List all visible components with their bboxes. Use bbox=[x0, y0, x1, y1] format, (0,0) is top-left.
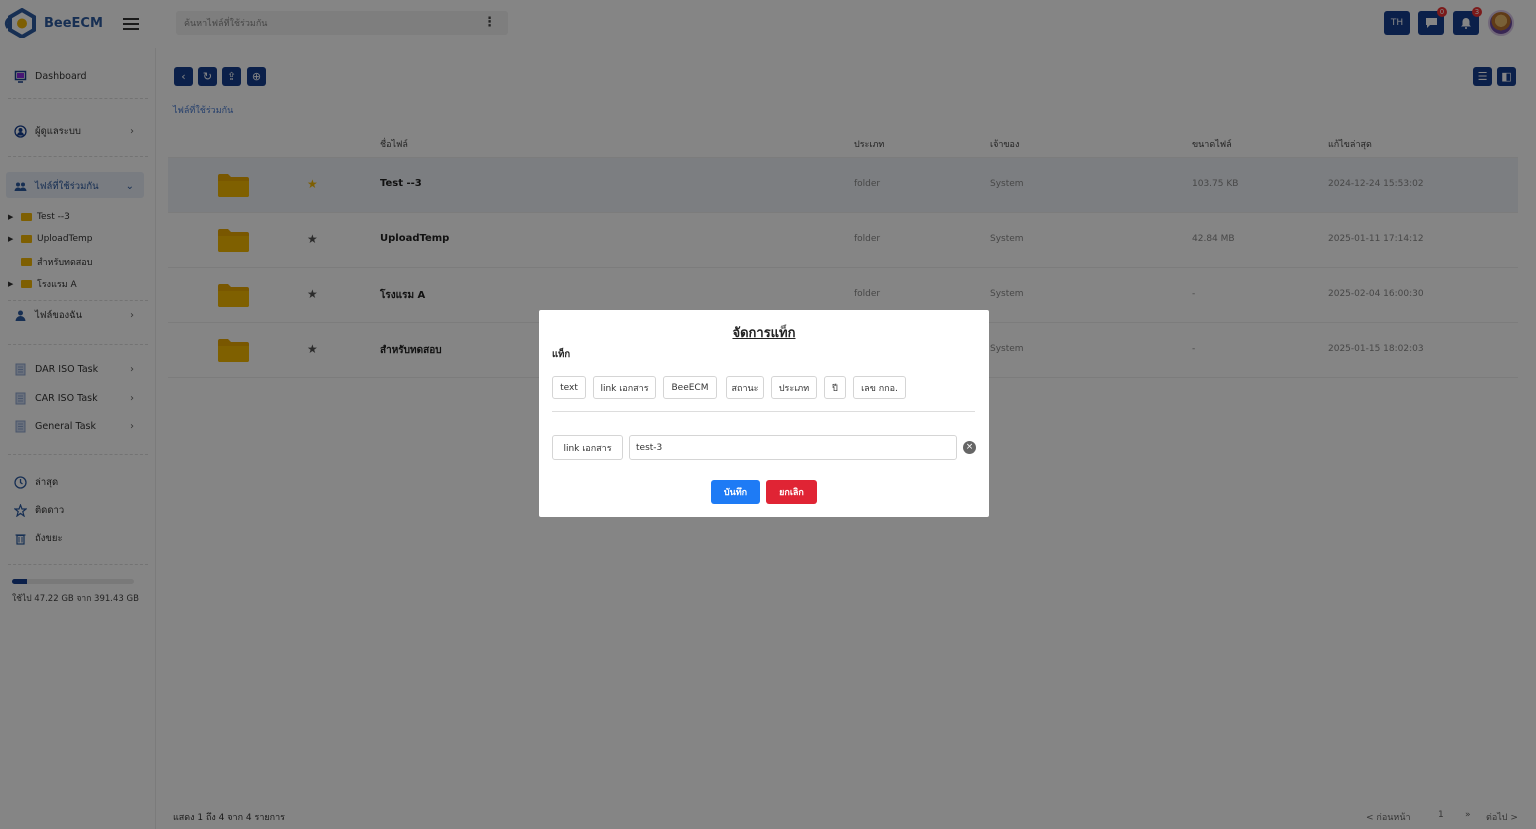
tag-chip[interactable]: text bbox=[552, 376, 586, 399]
tag-chip[interactable]: ประเภท bbox=[771, 376, 817, 399]
save-button[interactable]: บันทึก bbox=[711, 480, 760, 504]
tags-label: แท็ก bbox=[552, 349, 571, 360]
dialog-title: จัดการแท็ก bbox=[732, 326, 796, 341]
tag-key-label: link เอกสาร bbox=[552, 435, 623, 460]
tag-chip[interactable]: ปี bbox=[824, 376, 846, 399]
tag-chip[interactable]: เลข กกอ. bbox=[853, 376, 906, 399]
manage-tags-dialog: จัดการแท็ก แท็ก text link เอกสาร BeeECM สถา… bbox=[539, 310, 989, 517]
remove-tag-icon[interactable]: × bbox=[963, 441, 976, 454]
tag-chip[interactable]: สถานะ bbox=[726, 376, 764, 399]
tag-chip[interactable]: BeeECM bbox=[663, 376, 717, 399]
dialog-divider bbox=[552, 411, 975, 412]
cancel-button[interactable]: ยกเลิก bbox=[766, 480, 817, 504]
tag-value-input[interactable] bbox=[629, 435, 957, 460]
tag-chip[interactable]: link เอกสาร bbox=[593, 376, 656, 399]
